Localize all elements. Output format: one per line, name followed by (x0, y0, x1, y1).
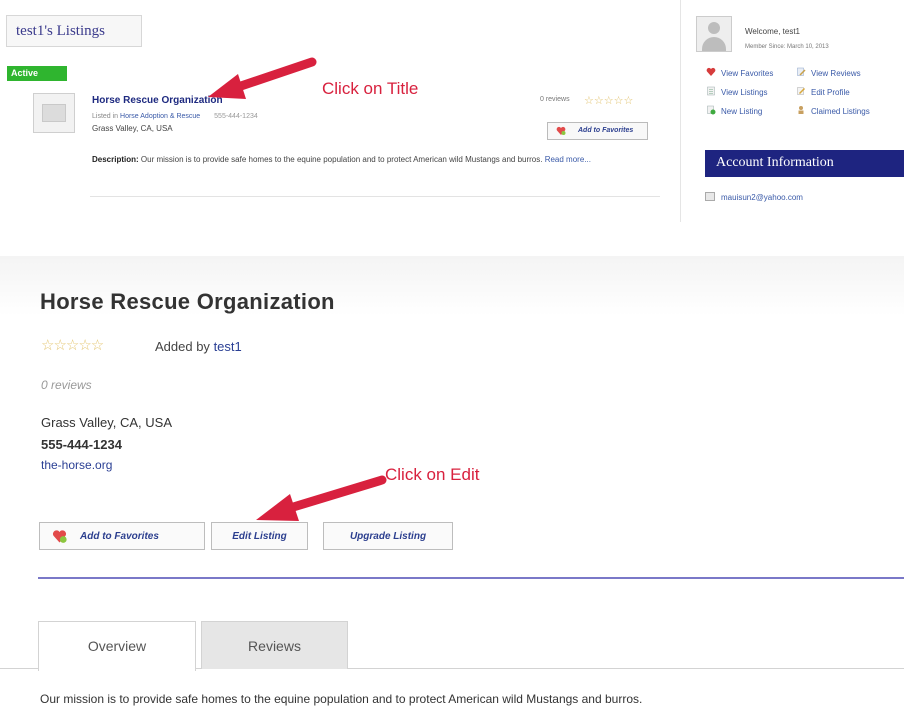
pencil-icon (797, 87, 806, 95)
upgrade-listing-button[interactable]: Upgrade Listing (323, 522, 453, 550)
review-icon (797, 67, 806, 76)
edit-listing-button[interactable]: Edit Listing (211, 522, 308, 550)
rating-stars[interactable]: ☆☆☆☆☆ (41, 336, 104, 354)
listing-category-line: Listed in Horse Adoption & Rescue 555-44… (92, 113, 258, 120)
section-divider (38, 577, 904, 579)
heart-icon (52, 530, 67, 543)
edit-profile-link[interactable]: Edit Profile (796, 86, 850, 97)
view-listings-label: View Listings (721, 88, 768, 97)
avatar-body-shape (702, 37, 726, 51)
review-count: 0 reviews (41, 378, 92, 392)
image-placeholder-icon (42, 104, 66, 122)
claimed-listings-label: Claimed Listings (811, 107, 870, 116)
add-to-favorites-button[interactable]: Add to Favorites (39, 522, 205, 550)
listing-address: Grass Valley, CA, USA (92, 124, 173, 133)
added-by-user-link[interactable]: test1 (214, 339, 242, 354)
listing-title-link[interactable]: Horse Rescue Organization (92, 95, 223, 106)
view-favorites-label: View Favorites (721, 69, 774, 78)
avatar-head-shape (708, 22, 720, 34)
new-listing-icon (707, 105, 716, 115)
add-to-favorites-label: Add to Favorites (578, 127, 634, 134)
status-badge: Active (7, 66, 67, 81)
listings-heading: test1's Listings (6, 15, 142, 47)
new-listing-label: New Listing (721, 107, 763, 116)
welcome-text: Welcome, test1 (745, 27, 800, 36)
listing-rating-stars: ☆☆☆☆☆ (584, 95, 634, 107)
email-text: mauisun2@yahoo.com (721, 193, 803, 202)
email-icon (705, 192, 715, 201)
claimed-listings-link[interactable]: Claimed Listings (796, 105, 870, 116)
category-link[interactable]: Horse Adoption & Rescue (120, 113, 200, 120)
listing-thumbnail[interactable] (33, 93, 75, 133)
view-favorites-link[interactable]: View Favorites (706, 67, 773, 78)
add-to-favorites-button-small[interactable]: Add to Favorites (547, 122, 648, 140)
account-information-header: Account Information (705, 150, 904, 177)
listing-description: Description: Our mission is to provide s… (92, 154, 652, 166)
address: Grass Valley, CA, USA (41, 415, 172, 430)
heart-icon (706, 67, 716, 76)
page-title: Horse Rescue Organization (40, 289, 335, 314)
active-tab-mask (39, 668, 195, 670)
listing-phone: 555-444-1234 (214, 113, 258, 120)
description-label: Description: (92, 155, 139, 164)
about-text: Our mission is to provide safe homes to … (40, 692, 643, 706)
read-more-link[interactable]: Read more... (545, 155, 591, 164)
claim-icon (798, 106, 804, 114)
email-link[interactable]: mauisun2@yahoo.com (705, 192, 803, 202)
view-reviews-link[interactable]: View Reviews (796, 67, 861, 78)
new-listing-link[interactable]: New Listing (706, 105, 762, 116)
avatar[interactable] (696, 16, 732, 52)
annotation-click-edit: Click on Edit (385, 465, 480, 484)
website-link[interactable]: the-horse.org (41, 458, 112, 472)
added-by-line: Added by test1 (155, 339, 242, 354)
annotation-click-title: Click on Title (322, 79, 419, 98)
edit-profile-label: Edit Profile (811, 88, 850, 97)
tab-reviews[interactable]: Reviews (201, 621, 348, 669)
listing-review-count: 0 reviews (540, 96, 570, 103)
member-since-text: Member Since: March 10, 2013 (745, 44, 829, 50)
view-reviews-label: View Reviews (811, 69, 861, 78)
add-to-favorites-label: Add to Favorites (80, 531, 159, 542)
phone-number: 555-444-1234 (41, 437, 122, 452)
list-icon (707, 86, 715, 96)
listed-in-label: Listed in (92, 113, 119, 120)
added-by-label: Added by (155, 339, 210, 354)
view-listings-link[interactable]: View Listings (706, 86, 768, 97)
tab-overview[interactable]: Overview (38, 621, 196, 671)
description-text: Our mission is to provide safe homes to … (140, 155, 543, 164)
heart-icon (556, 126, 566, 135)
divider (90, 196, 660, 197)
